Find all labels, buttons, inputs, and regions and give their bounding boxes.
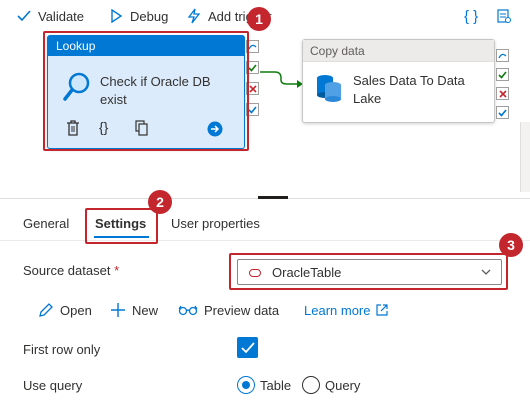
use-query-option-table[interactable]: Table — [237, 375, 291, 395]
tab-settings[interactable]: Settings — [95, 216, 146, 231]
external-link-icon — [376, 304, 389, 316]
radio-query[interactable] — [302, 376, 320, 394]
properties-icon — [496, 8, 512, 24]
checkmark-icon — [240, 341, 255, 353]
completion-icon[interactable] — [496, 106, 509, 119]
skip-icon[interactable] — [496, 49, 509, 62]
code-view-button[interactable]: { } — [464, 6, 478, 26]
lookup-body: Check if Oracle DB exist {} — [48, 56, 244, 149]
pencil-icon — [39, 303, 53, 317]
debug-button[interactable]: Debug — [108, 6, 168, 26]
magnifier-icon — [63, 72, 91, 105]
success-icon[interactable] — [496, 68, 509, 81]
learn-more-label: Learn more — [304, 302, 371, 318]
preview-data-label: Preview data — [204, 302, 280, 318]
new-dataset-button[interactable]: New — [110, 301, 158, 319]
debug-label: Debug — [130, 8, 169, 24]
callout-badge-3: 3 — [499, 233, 523, 257]
splitter-grip-icon[interactable] — [258, 196, 288, 199]
success-connector[interactable] — [259, 70, 305, 90]
open-label: Open — [60, 302, 92, 318]
tab-user-properties[interactable]: User properties — [171, 216, 260, 231]
plus-icon — [111, 303, 125, 317]
canvas-zoom-controls[interactable] — [520, 122, 530, 192]
first-row-only-checkbox[interactable] — [237, 337, 258, 358]
lookup-title-line2: exist — [100, 92, 127, 107]
source-dataset-select[interactable]: OracleTable — [237, 259, 502, 285]
copy-data-title-line1: Sales Data To Data — [353, 73, 465, 88]
delete-icon[interactable] — [66, 120, 80, 139]
callout-badge-1: 1 — [247, 7, 271, 31]
oracle-dataset-icon — [249, 269, 261, 277]
copy-data-activity[interactable]: Copy data Sales Data To Data Lake — [302, 39, 495, 123]
active-tab-indicator — [94, 236, 149, 238]
lookup-status-icons — [246, 40, 260, 116]
properties-button[interactable] — [496, 6, 512, 26]
source-dataset-label: Source dataset — [23, 263, 111, 278]
lookup-title-line1: Check if Oracle DB — [100, 74, 211, 89]
copy-status-icons — [496, 49, 510, 119]
callout-badge-2: 2 — [148, 190, 172, 214]
braces-icon: { } — [464, 7, 479, 25]
database-icon — [315, 73, 343, 106]
lightning-icon — [186, 8, 202, 24]
success-icon[interactable] — [246, 61, 259, 74]
required-marker: * — [114, 263, 120, 278]
go-arrow-icon[interactable] — [207, 121, 223, 140]
lookup-header: Lookup — [48, 36, 244, 56]
open-dataset-button[interactable]: Open — [38, 301, 92, 319]
new-label: New — [132, 302, 159, 318]
use-query-label: Use query — [23, 378, 83, 393]
tab-general[interactable]: General — [23, 216, 69, 231]
copy-data-header: Copy data — [303, 40, 494, 62]
use-query-option-query[interactable]: Query — [302, 375, 360, 395]
code-icon[interactable]: {} — [99, 119, 108, 135]
tabs-divider — [0, 240, 530, 241]
copy-icon[interactable] — [135, 120, 149, 139]
copy-data-title-line2: Lake — [353, 91, 382, 106]
validate-label: Validate — [38, 8, 85, 24]
failure-icon[interactable] — [496, 87, 509, 100]
validate-button[interactable]: Validate — [16, 6, 84, 26]
learn-more-link[interactable]: Learn more — [304, 301, 389, 319]
glasses-icon — [178, 305, 198, 316]
checkmark-icon — [16, 8, 32, 24]
first-row-only-label: First row only — [23, 342, 101, 357]
radio-table-label: Table — [260, 377, 292, 393]
radio-table[interactable] — [237, 376, 255, 394]
play-icon — [108, 8, 124, 24]
failure-icon[interactable] — [246, 82, 259, 95]
preview-data-button[interactable]: Preview data — [178, 301, 279, 319]
lookup-activity[interactable]: Lookup Check if Oracle DB exist {} — [47, 35, 245, 149]
completion-icon[interactable] — [246, 103, 259, 116]
source-dataset-label-row: Source dataset * — [23, 263, 119, 278]
skip-icon[interactable] — [246, 40, 259, 53]
pipeline-canvas[interactable]: Lookup Check if Oracle DB exist {} Copy … — [0, 32, 530, 198]
chevron-down-icon — [481, 269, 491, 275]
source-dataset-value: OracleTable — [272, 265, 342, 280]
radio-query-label: Query — [325, 377, 361, 393]
